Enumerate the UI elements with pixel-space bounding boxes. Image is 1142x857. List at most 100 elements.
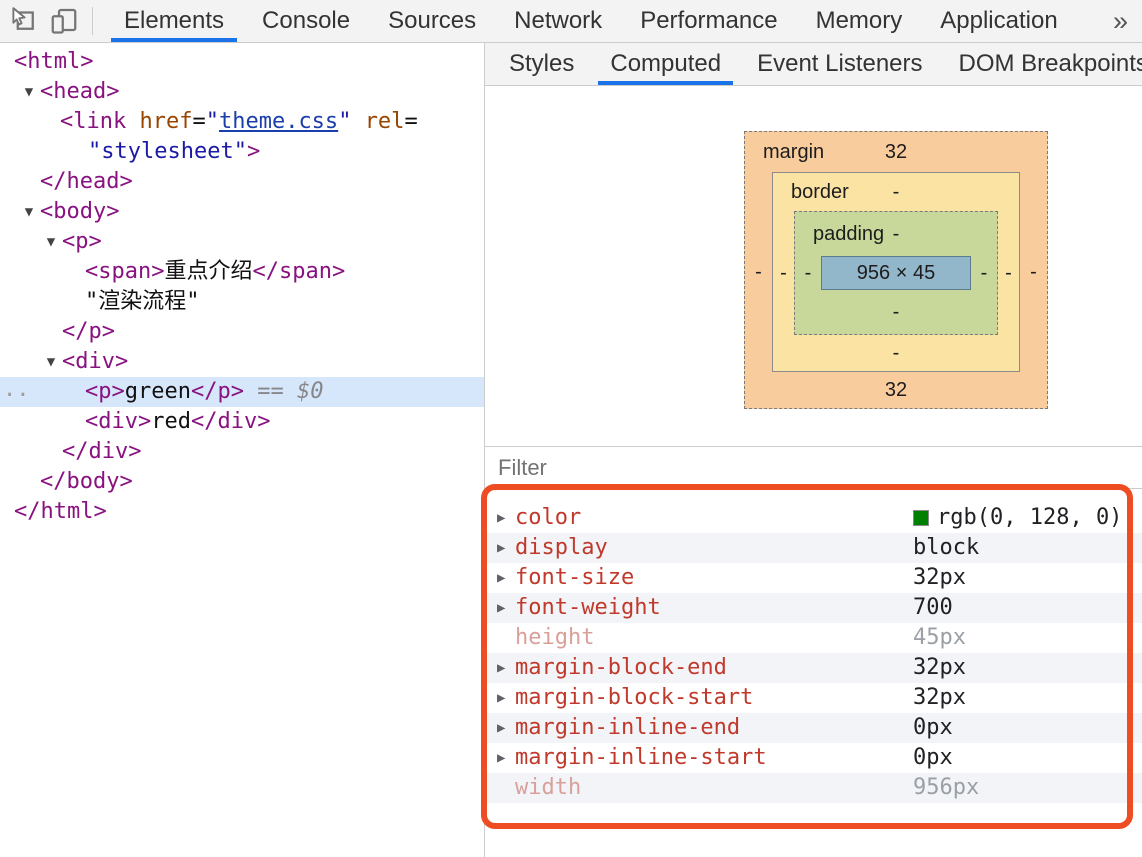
tab-console[interactable]: Console [243, 0, 369, 42]
dom-tree-row[interactable]: <div>red</div> [0, 407, 484, 437]
token-plain: = [404, 109, 417, 134]
dom-tree-row[interactable]: </p> [0, 317, 484, 347]
padding-top-value[interactable]: - [893, 223, 900, 245]
property-value: 32px [913, 653, 966, 683]
computed-property-row[interactable]: ▶font-weight700 [485, 593, 1142, 623]
token-text: "渲染流程" [85, 289, 200, 314]
expand-arrow-icon[interactable]: ▶ [497, 503, 505, 533]
token-tag: <head> [40, 79, 119, 104]
computed-property-row[interactable]: ▶margin-block-end32px [485, 653, 1142, 683]
border-bottom-value[interactable]: - [773, 335, 1019, 371]
property-value-text: 32px [913, 653, 966, 683]
devtools-window: ElementsConsoleSourcesNetworkPerformance… [0, 0, 1142, 857]
token-tag: <link [60, 109, 126, 134]
computed-property-row[interactable]: ▶margin-inline-start0px [485, 743, 1142, 773]
token-tag: </body> [40, 469, 133, 494]
dom-node-text: <p>green</p> == $0 [0, 377, 323, 407]
token-tag: <body> [40, 199, 119, 224]
token-hint_italic: $0 [297, 379, 324, 404]
device-toolbar-button[interactable] [46, 3, 82, 39]
computed-property-row[interactable]: ▶ font-size 32px [485, 563, 1142, 593]
border-right-value[interactable]: - [998, 211, 1019, 335]
token-plain [126, 109, 139, 134]
tab-sources[interactable]: Sources [369, 0, 495, 42]
dom-tree-row[interactable]: ▼<div> [0, 347, 484, 377]
computed-property-row[interactable]: width 956px [485, 773, 1142, 803]
margin-right-value[interactable]: - [1020, 172, 1047, 372]
dom-tree-row[interactable]: </div> [0, 437, 484, 467]
expand-arrow-icon[interactable]: ▶ [497, 533, 505, 563]
dom-node-text: </div> [0, 437, 141, 467]
property-name: width [515, 773, 581, 803]
property-value-text: 45px [913, 623, 966, 653]
expand-arrow-icon[interactable]: ▶ [497, 593, 505, 623]
expand-arrow-icon[interactable]: ▼ [20, 77, 38, 107]
tab-application[interactable]: Application [921, 0, 1076, 42]
computed-property-row[interactable]: ▶displayblock [485, 533, 1142, 563]
box-model-content[interactable]: 956 × 45 [821, 256, 971, 290]
border-left-value[interactable]: - [773, 211, 794, 335]
property-value: 956px [913, 773, 979, 803]
dom-tree-row[interactable]: ▼<head> [0, 77, 484, 107]
devtools-panels: <html>▼<head><link href="theme.css" rel=… [0, 43, 1142, 857]
property-value-text: 32px [913, 683, 966, 713]
token-tag: <div> [62, 349, 128, 374]
expand-arrow-icon[interactable]: ▶ [497, 713, 505, 743]
row-gutter-dots: .. [3, 377, 30, 403]
dom-tree-row[interactable]: <html> [0, 47, 484, 77]
toolbar-separator [92, 7, 93, 35]
inspect-element-button[interactable] [6, 3, 42, 39]
sidebar-tab-styles[interactable]: Styles [491, 43, 592, 85]
dom-tree-row[interactable]: ▼<p> [0, 227, 484, 257]
dom-tree-row-selected[interactable]: ..<p>green</p> == $0 [0, 377, 484, 407]
dom-tree-row[interactable]: </head> [0, 167, 484, 197]
expand-arrow-icon[interactable]: ▶ [497, 683, 505, 713]
tab-performance[interactable]: Performance [621, 0, 796, 42]
expand-arrow-icon[interactable]: ▼ [20, 197, 38, 227]
margin-left-value[interactable]: - [745, 172, 772, 372]
tab-network[interactable]: Network [495, 0, 621, 42]
devtools-tab-bar: ElementsConsoleSourcesNetworkPerformance… [105, 0, 1077, 42]
dom-tree-row[interactable]: <span>重点介绍</span> [0, 257, 484, 287]
tab-elements[interactable]: Elements [105, 0, 243, 42]
token-tag: <span> [85, 259, 164, 284]
sidebar-tab-dom-breakpoints[interactable]: DOM Breakpoints [941, 43, 1142, 85]
expand-arrow-icon[interactable]: ▶ [497, 653, 505, 683]
property-value-text: 32px [913, 563, 966, 593]
more-tabs-icon[interactable]: » [1099, 0, 1142, 42]
expand-arrow-icon[interactable]: ▼ [42, 227, 60, 257]
computed-property-row[interactable]: height45px [485, 623, 1142, 653]
color-swatch[interactable] [913, 510, 929, 526]
filter-input[interactable]: Filter [485, 446, 1142, 489]
computed-property-row[interactable]: ▶colorrgb(0, 128, 0) [485, 503, 1142, 533]
sidebar-tab-computed[interactable]: Computed [592, 43, 739, 85]
dom-tree-row[interactable]: <link href="theme.css" rel= [0, 107, 484, 137]
token-link[interactable]: theme.css [219, 109, 338, 134]
property-value: 0px [913, 743, 953, 773]
padding-right-value[interactable]: - [971, 256, 997, 290]
dom-node-text: </body> [0, 467, 133, 497]
padding-left-value[interactable]: - [795, 256, 821, 290]
property-name: font-size [515, 563, 634, 593]
margin-top-value[interactable]: 32 [885, 141, 907, 163]
padding-bottom-value[interactable]: - [795, 290, 997, 334]
border-top-value[interactable]: - [893, 181, 900, 203]
token-tag: > [247, 139, 260, 164]
tab-memory[interactable]: Memory [797, 0, 922, 42]
sidebar-tab-event-listeners[interactable]: Event Listeners [739, 43, 940, 85]
property-value-text: block [913, 533, 979, 563]
dom-tree-row[interactable]: ▼<body> [0, 197, 484, 227]
dom-tree-row[interactable]: </body> [0, 467, 484, 497]
expand-arrow-icon[interactable]: ▶ [497, 743, 505, 773]
computed-property-row[interactable]: ▶margin-block-start32px [485, 683, 1142, 713]
expand-arrow-icon[interactable]: ▶ [497, 563, 505, 593]
expand-arrow-icon[interactable]: ▼ [42, 347, 60, 377]
margin-bottom-value[interactable]: 32 [745, 372, 1047, 408]
dom-node-text: </p> [0, 317, 115, 347]
dom-tree-row[interactable]: </html> [0, 497, 484, 527]
dom-tree-row[interactable]: "渲染流程" [0, 287, 484, 317]
dom-tree-row[interactable]: "stylesheet"> [0, 137, 484, 167]
property-value-text: 0px [913, 713, 953, 743]
computed-property-row[interactable]: ▶margin-inline-end0px [485, 713, 1142, 743]
property-value-text: 956px [913, 773, 979, 803]
